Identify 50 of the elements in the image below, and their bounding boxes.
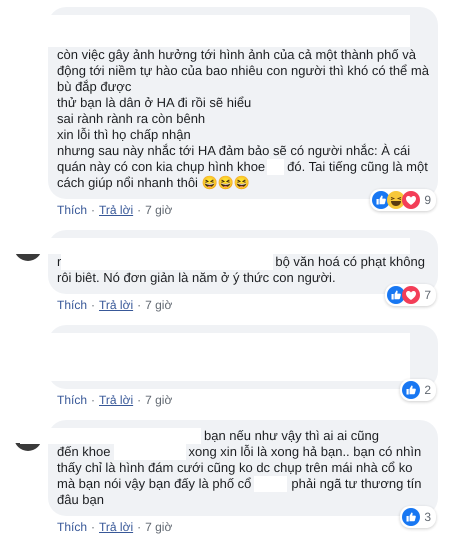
comment-text: bộ văn hoá có phạt không xyxy=(275,254,425,270)
reaction-count: 7 xyxy=(424,288,431,302)
comment-text: đến khoe xyxy=(57,444,110,460)
like-link[interactable]: Thích xyxy=(57,203,88,217)
comment-text: r xyxy=(57,254,62,270)
reaction-summary[interactable]: 7 xyxy=(385,284,436,306)
like-link[interactable]: Thích xyxy=(57,520,88,534)
reply-link[interactable]: Trả lời xyxy=(99,520,134,534)
reply-link[interactable]: Trả lời xyxy=(99,298,134,312)
comment-text: sai rành rành ra còn bênh xyxy=(57,111,206,127)
timestamp: 7 giờ xyxy=(145,298,172,312)
separator-dot: · xyxy=(91,393,96,407)
like-link[interactable]: Thích xyxy=(57,298,88,312)
separator-dot: · xyxy=(137,298,142,312)
comment-text: đâu bạn xyxy=(57,492,104,508)
reaction-summary[interactable]: 2 xyxy=(400,379,436,401)
comment-text: rôi biêt. Nó đơn giản là năm ở ý thức con người. xyxy=(57,270,336,286)
timestamp: 7 giờ xyxy=(145,203,172,217)
comment-text: xin lỗi thì họ chấp nhận xyxy=(57,127,191,143)
like-icon xyxy=(402,381,420,399)
comment-text: động tới niềm tự hào của bao nhiêu con người thì khó có thể mà xyxy=(57,63,429,79)
comment-text: thử bạn là dân ở HA đi rồi sẽ hiểu xyxy=(57,95,252,111)
reply-link[interactable]: Trả lời xyxy=(99,203,134,217)
reaction-summary[interactable]: 3 xyxy=(400,506,436,528)
timestamp: 7 giờ xyxy=(145,393,172,407)
separator-dot: · xyxy=(137,520,142,534)
comment-text: thấy chỉ là hình đám cưới cũng ko dc chụp trên mái nhà cổ ko xyxy=(57,460,412,476)
comment-text: xong xin lỗi là xong hả bạn.. bạn có nhìn xyxy=(188,444,422,460)
separator-dot: · xyxy=(137,203,142,217)
comment-text: cách giúp nổi nhanh thôi 😆😆😆 xyxy=(57,175,250,191)
like-link[interactable]: Thích xyxy=(57,393,88,407)
comment-text: đó. Tai tiếng cũng là một xyxy=(287,159,428,175)
comment-text: bạn nếu như vậy thì ai ai cũng xyxy=(204,428,379,444)
comment-text: bù đắp được xyxy=(57,79,132,95)
comment-text: còn việc gây ảnh hưởng tới hình ảnh của cả một thành phố và xyxy=(57,47,416,63)
comment-text: phải ngã tư thương tín xyxy=(291,476,422,492)
reaction-count: 3 xyxy=(424,510,431,524)
reaction-count: 9 xyxy=(424,193,431,207)
reaction-count: 2 xyxy=(424,383,431,397)
separator-dot: · xyxy=(137,393,142,407)
timestamp: 7 giờ xyxy=(145,520,172,534)
comment-text: nhưng sau này nhắc tới HA đảm bảo sẽ có người nhắc: À cái xyxy=(57,143,410,159)
comment-text: quán này có con kia chụp hình khoe xyxy=(57,159,266,175)
like-icon xyxy=(402,508,420,526)
reply-link[interactable]: Trả lời xyxy=(99,393,134,407)
reaction-summary[interactable]: 9 xyxy=(370,189,436,211)
separator-dot: · xyxy=(91,520,96,534)
separator-dot: · xyxy=(91,203,96,217)
separator-dot: · xyxy=(91,298,96,312)
comment-text: mà bạn nói vậy bạn đấy là phố cổ xyxy=(57,476,252,492)
